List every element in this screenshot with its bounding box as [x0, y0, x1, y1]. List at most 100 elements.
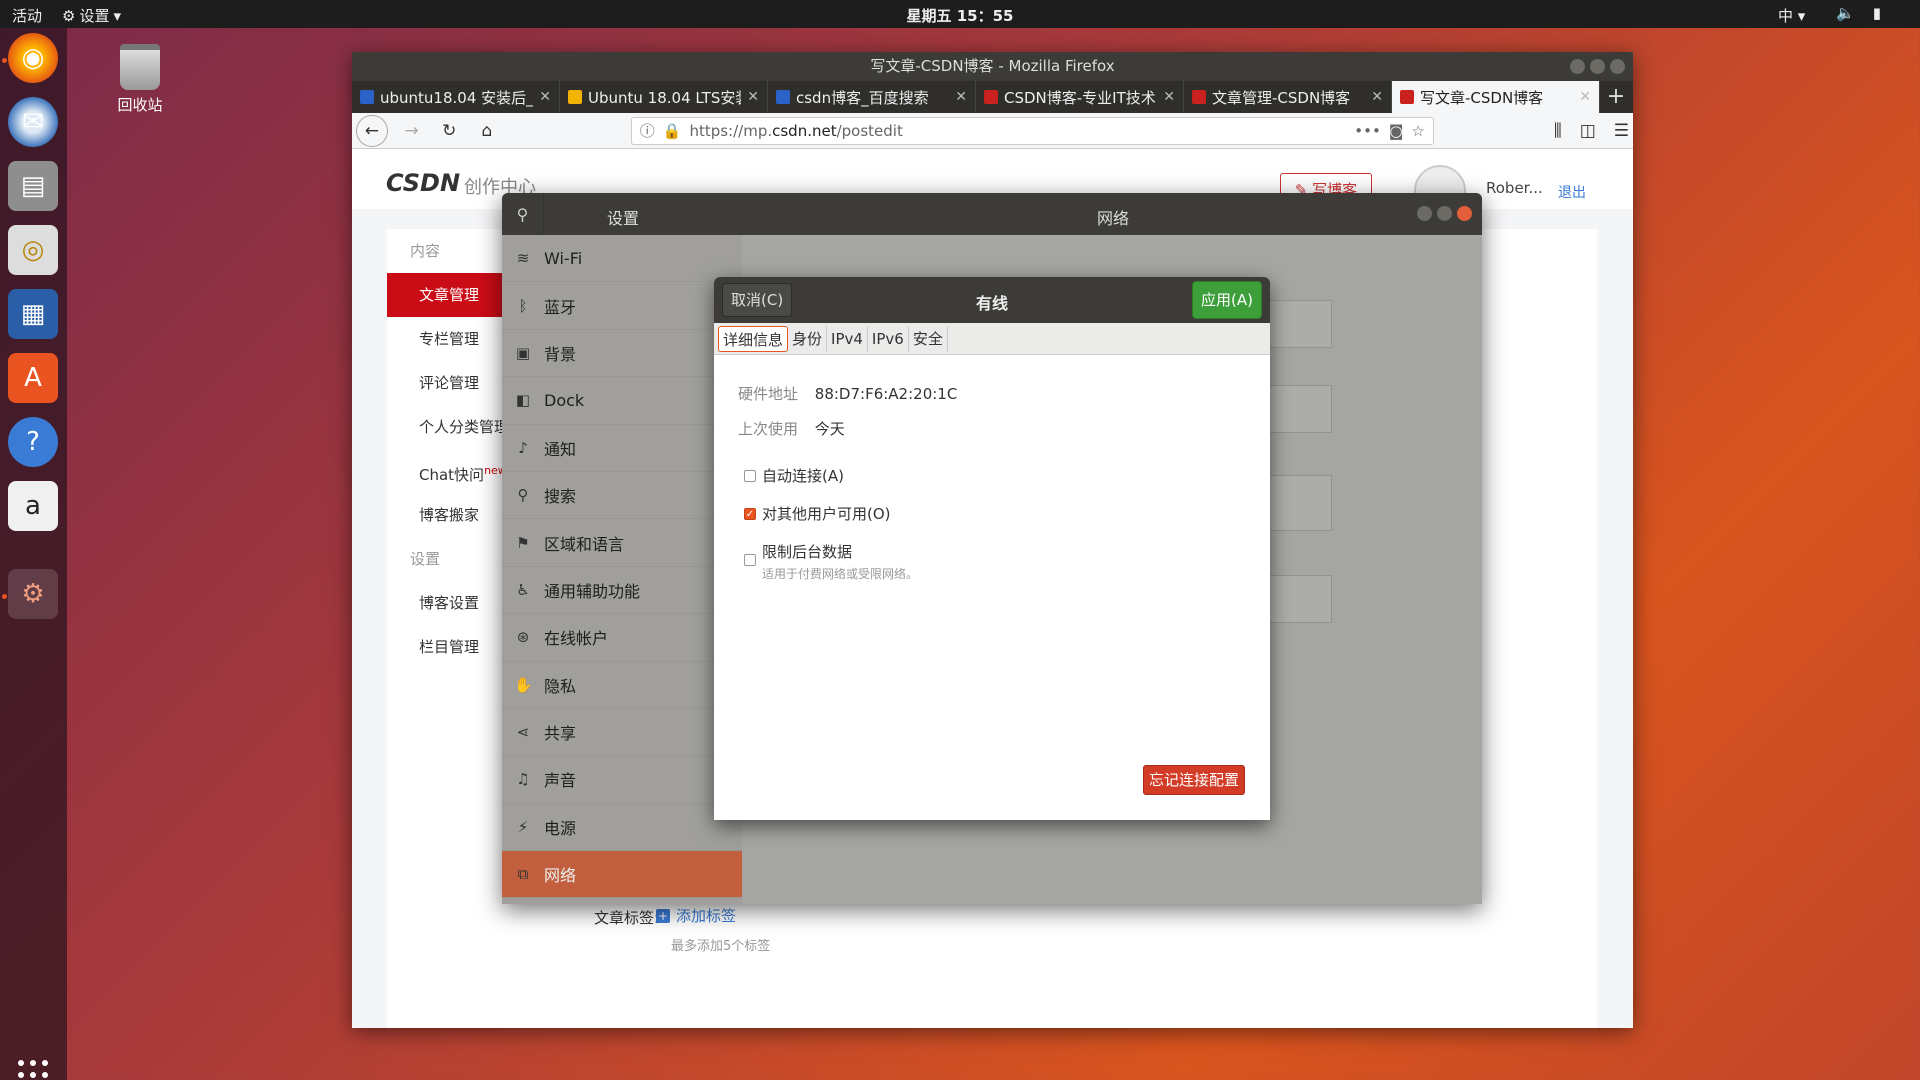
settings-item-accessibility[interactable]: ♿ 通用辅助功能 — [502, 567, 742, 615]
csdn-logo[interactable]: CSDN — [386, 169, 460, 197]
search-icon[interactable]: ⚲ — [502, 193, 544, 235]
settings-item-dock[interactable]: ◧ Dock — [502, 377, 742, 425]
tab-label: ubuntu18.04 安装后_百 — [380, 88, 534, 107]
settings-item-search[interactable]: ⚲ 搜索 — [502, 472, 742, 520]
hardware-address-row: 硬件地址 88:D7:F6:A2:20:1C — [738, 383, 957, 404]
bookmark-star-icon[interactable]: ☆ — [1411, 122, 1424, 140]
browser-tab[interactable]: 文章管理-CSDN博客 ✕ — [1184, 81, 1392, 113]
hardware-address-label: 硬件地址 — [738, 385, 799, 403]
bluetooth-icon: ᛒ — [518, 296, 528, 315]
browser-tab[interactable]: Ubuntu 18.04 LTS安装 ✕ — [560, 81, 768, 113]
hardware-address-value: 88:D7:F6:A2:20:1C — [814, 385, 958, 403]
dialog-title: 有线 — [975, 294, 1008, 313]
settings-item-notifications[interactable]: ♪ 通知 — [502, 425, 742, 472]
settings-item-bluetooth[interactable]: ᛒ 蓝牙 — [502, 282, 742, 330]
close-icon[interactable]: ✕ — [1579, 89, 1591, 105]
forward-button[interactable]: → — [398, 117, 426, 145]
minimize-button[interactable] — [1570, 59, 1585, 74]
firefox-icon[interactable]: ◉ — [8, 33, 58, 83]
add-tag-button[interactable]: + 添加标签 — [656, 905, 736, 926]
settings-item-network[interactable]: ⧉ 网络 — [502, 851, 742, 899]
checkbox-unchecked[interactable] — [744, 554, 756, 566]
software-icon[interactable]: A — [8, 353, 58, 403]
settings-item-region[interactable]: ⚑ 区域和语言 — [502, 519, 742, 567]
checkbox-unchecked[interactable] — [744, 469, 756, 482]
show-apps-icon[interactable] — [18, 1060, 48, 1080]
back-button[interactable]: ← — [356, 114, 388, 147]
favicon-icon — [1400, 90, 1414, 104]
close-icon[interactable]: ✕ — [539, 89, 551, 105]
settings-item-background[interactable]: ▣ 背景 — [502, 330, 742, 378]
forget-connection-button[interactable]: 忘记连接配置 — [1142, 765, 1245, 795]
settings-headerbar[interactable]: ⚲ 设置 网络 — [502, 193, 1482, 235]
menu-icon[interactable]: ☰ — [1614, 121, 1629, 141]
tab-details[interactable]: 详细信息 — [718, 325, 789, 352]
dialog-headerbar: 取消(C) 有线 应用(A) — [714, 277, 1270, 323]
browser-tab-active[interactable]: 写文章-CSDN博客 ✕ — [1392, 81, 1600, 113]
input-method-menu[interactable]: 中 ▾ — [1778, 5, 1805, 26]
maximize-button[interactable] — [1437, 206, 1452, 221]
help-icon[interactable]: ? — [8, 417, 58, 467]
tab-identity[interactable]: 身份 — [788, 325, 828, 352]
page-actions-icon[interactable]: ••• — [1354, 122, 1381, 140]
tab-ipv6[interactable]: IPv6 — [868, 325, 909, 352]
settings-item-sharing[interactable]: ⋖ 共享 — [502, 709, 742, 757]
browser-tab[interactable]: ubuntu18.04 安装后_百 ✕ — [352, 81, 560, 113]
settings-item-label: 通用辅助功能 — [544, 581, 641, 601]
window-titlebar[interactable]: 写文章-CSDN博客 - Mozilla Firefox — [352, 52, 1633, 81]
close-button[interactable] — [1610, 59, 1625, 74]
tab-ipv4[interactable]: IPv4 — [827, 325, 868, 352]
reload-button[interactable]: ↻ — [435, 117, 463, 145]
settings-item-power[interactable]: ⚡ 电源 — [502, 804, 742, 852]
share-icon: ⋖ — [516, 723, 530, 742]
close-button[interactable] — [1457, 206, 1472, 221]
settings-item-online-accounts[interactable]: ⊛ 在线帐户 — [502, 614, 742, 662]
apply-button[interactable]: 应用(A) — [1192, 281, 1262, 319]
amazon-icon[interactable]: a — [8, 481, 58, 531]
panel-title: 网络 — [1097, 209, 1130, 228]
close-icon[interactable]: ✕ — [1163, 89, 1175, 105]
settings-item-sound[interactable]: ♫ 声音 — [502, 756, 742, 804]
tab-label: 写文章-CSDN博客 — [1420, 88, 1544, 107]
system-tray[interactable]: 🔈 ▮ — [1836, 4, 1881, 22]
close-icon[interactable]: ✕ — [747, 89, 759, 105]
thunderbird-icon[interactable]: ✉ — [8, 97, 58, 147]
browser-tab[interactable]: csdn博客_百度搜索 ✕ — [768, 81, 976, 113]
settings-icon[interactable]: ⚙ — [8, 569, 58, 619]
close-icon[interactable]: ✕ — [1371, 89, 1383, 105]
pocket-icon[interactable]: ◙ — [1389, 122, 1404, 140]
library-icon[interactable]: ⫼ — [1554, 121, 1562, 141]
clock[interactable]: 星期五 15：55 — [0, 5, 1920, 26]
new-tab-button[interactable]: + — [1600, 81, 1632, 113]
chevron-down-icon: ▾ — [1797, 7, 1806, 25]
tab-label: 文章管理-CSDN博客 — [1212, 88, 1351, 107]
favicon-icon — [1192, 90, 1206, 104]
info-icon[interactable]: ⓘ — [640, 120, 655, 141]
browser-tab[interactable]: CSDN博客-专业IT技术 ✕ — [976, 81, 1184, 113]
all-users-checkbox[interactable]: ✓ 对其他用户可用(O) — [744, 503, 891, 524]
restrict-data-checkbox[interactable]: 限制后台数据 — [744, 542, 852, 566]
settings-item-label: 电源 — [544, 818, 577, 838]
volume-icon: 🔈 — [1836, 4, 1855, 22]
rhythmbox-icon[interactable]: ◎ — [8, 225, 58, 275]
sidebar-icon[interactable]: ◫ — [1580, 121, 1596, 141]
files-icon[interactable]: ▤ — [8, 161, 58, 211]
user-name[interactable]: Rober... — [1486, 179, 1543, 197]
logout-link[interactable]: 退出 — [1558, 182, 1586, 202]
tab-security[interactable]: 安全 — [909, 325, 948, 352]
minimize-button[interactable] — [1417, 206, 1432, 221]
close-icon[interactable]: ✕ — [955, 89, 967, 105]
writer-icon[interactable]: ▦ — [8, 289, 58, 339]
maximize-button[interactable] — [1590, 59, 1605, 74]
search-icon: ⚲ — [517, 486, 529, 505]
accessibility-icon: ♿ — [516, 580, 530, 599]
desktop-trash[interactable]: 回收站 — [100, 44, 180, 115]
favicon-icon — [568, 90, 582, 104]
auto-connect-checkbox[interactable]: 自动连接(A) — [744, 465, 844, 486]
tags-label: 文章标签: — [594, 909, 660, 927]
url-bar[interactable]: ⓘ 🔒 https://mp.csdn.net/postedit ••• ◙ ☆ — [630, 116, 1434, 145]
home-button[interactable]: ⌂ — [473, 117, 501, 145]
settings-item-privacy[interactable]: ✋ 隐私 — [502, 662, 742, 709]
checkbox-checked[interactable]: ✓ — [744, 507, 756, 520]
settings-item-wifi[interactable]: ≋ Wi-Fi — [502, 235, 742, 283]
